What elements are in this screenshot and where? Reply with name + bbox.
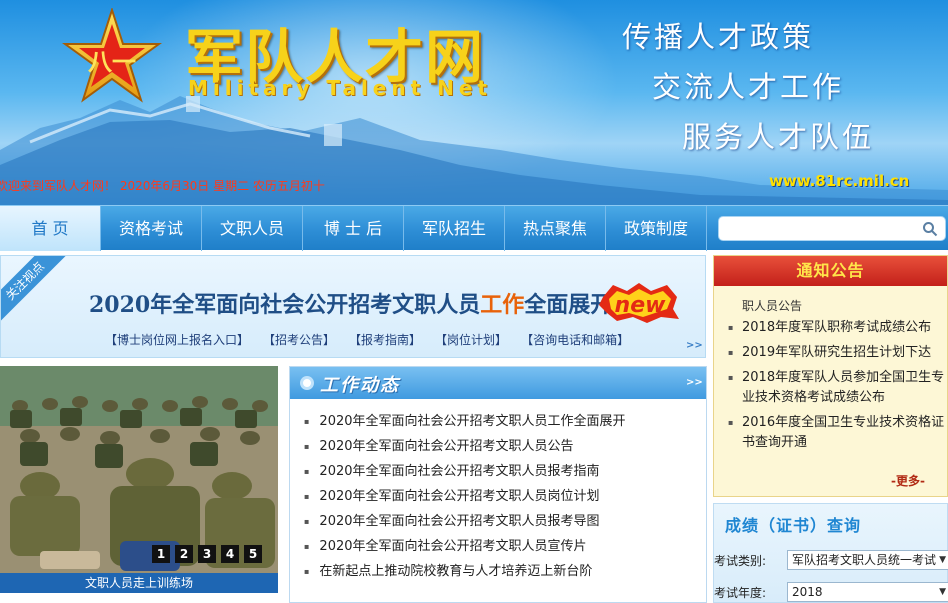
featured-headline-box: 关注视点 2020年全军面向社会公开招考文职人员工作全面展开 new 【博士岗位… — [0, 255, 706, 358]
army-star-logo: 八一 — [62, 8, 162, 103]
pager-5[interactable]: 5 — [244, 545, 262, 563]
list-item[interactable]: 2016年度全国卫生专业技术资格证书查询开通 — [728, 413, 946, 453]
slogan-3: 服务人才队伍 — [682, 120, 875, 154]
feature-links: 【博士岗位网上报名入口】 【招考公告】 【报考指南】 【岗位计划】 【咨询电话和… — [105, 331, 629, 348]
new-badge-icon: new — [599, 283, 679, 323]
link-contact[interactable]: 【咨询电话和邮箱】 — [521, 331, 629, 348]
svg-text:八一: 八一 — [88, 48, 136, 76]
list-item[interactable]: 2020年全军面向社会公开招考文职人员宣传片 — [304, 534, 706, 559]
list-item[interactable]: 2020年全军面向社会公开招考文职人员岗位计划 — [304, 484, 706, 509]
list-item[interactable]: 2020年全军面向社会公开招考文职人员报考指南 — [304, 459, 706, 484]
site-url: www.81rc.mil.cn — [769, 172, 910, 190]
header-banner: 八一 军队人才网 Military Talent Net 传播人才政策 交流人才… — [0, 0, 948, 205]
notice-title: 通知公告 — [796, 261, 865, 280]
list-item[interactable]: 2020年全军面向社会公开招考文职人员工作全面展开 — [304, 409, 706, 434]
work-news-header: 工作动态 >> — [290, 367, 706, 399]
headline-part-1: 2020年全军面向社会公开招考文职人员 — [89, 292, 481, 318]
list-item[interactable]: 2018年度军队人员参加全国卫生专业技术资格考试成绩公布 — [728, 368, 946, 408]
list-item[interactable]: 2019年军队研究生招生计划下达 — [728, 343, 946, 363]
exam-year-value: 2018 — [792, 585, 823, 599]
score-query-title: 成绩（证书）查询 — [725, 516, 862, 535]
header-bullet-icon — [300, 376, 314, 390]
exam-type-select[interactable]: 军队招考文职人员统一考试 ▼ — [787, 550, 948, 570]
featured-headline[interactable]: 2020年全军面向社会公开招考文职人员工作全面展开 — [89, 287, 612, 319]
work-news-title: 工作动态 — [320, 375, 400, 396]
link-apply-guide[interactable]: 【报考指南】 — [349, 331, 421, 348]
exam-year-select[interactable]: 2018 ▼ — [787, 582, 948, 602]
notice-list: 2018年度军队职称考试成绩公布 2019年军队研究生招生计划下达 2018年度… — [728, 318, 946, 458]
link-postdoc-signup[interactable]: 【博士岗位网上报名入口】 — [105, 331, 249, 348]
dropdown-arrow-icon: ▼ — [939, 555, 946, 565]
list-item[interactable]: 2020年全军面向社会公开招考文职人员报考导图 — [304, 509, 706, 534]
site-subtitle: Military Talent Net — [188, 76, 492, 100]
work-news-panel: 工作动态 >> 2020年全军面向社会公开招考文职人员工作全面展开 2020年全… — [289, 366, 707, 603]
nav-qualification-exam[interactable]: 资格考试 — [101, 206, 202, 251]
nav-postdoc[interactable]: 博 士 后 — [303, 206, 404, 251]
pager-2[interactable]: 2 — [175, 545, 193, 563]
score-query-panel: 成绩（证书）查询 考试类别: 军队招考文职人员统一考试 ▼ 考试年度: 2018… — [713, 503, 948, 603]
slogan-2: 交流人才工作 — [652, 70, 845, 104]
nav-military-enrollment[interactable]: 军队招生 — [404, 206, 505, 251]
work-news-list: 2020年全军面向社会公开招考文职人员工作全面展开 2020年全军面向社会公开招… — [290, 399, 706, 584]
photo-caption[interactable]: 文职人员走上训练场 — [0, 573, 278, 593]
list-item[interactable]: 在新起点上推动院校教育与人才培养迈上新台阶 — [304, 559, 706, 584]
nav-civilian-staff[interactable]: 文职人员 — [202, 206, 303, 251]
exam-year-label: 考试年度: — [714, 586, 767, 600]
dropdown-arrow-icon: ▼ — [939, 587, 946, 597]
link-recruit-notice[interactable]: 【招考公告】 — [263, 331, 335, 348]
slogan-1: 传播人才政策 — [622, 20, 815, 54]
search-input[interactable] — [718, 216, 946, 241]
work-news-more-link[interactable]: >> — [686, 377, 703, 388]
link-position-plan[interactable]: 【岗位计划】 — [435, 331, 507, 348]
list-item[interactable]: 2020年全军面向社会公开招考文职人员公告 — [304, 434, 706, 459]
exam-type-label: 考试类别: — [714, 554, 767, 568]
focus-ribbon: 关注视点 — [1, 256, 69, 325]
feature-more-link[interactable]: >> — [686, 340, 703, 351]
nav-home[interactable]: 首 页 — [0, 206, 101, 251]
photo-pager: 1 2 3 4 5 — [152, 545, 262, 563]
notice-more-link[interactable]: -更多- — [891, 472, 925, 489]
pager-3[interactable]: 3 — [198, 545, 216, 563]
exam-type-value: 军队招考文职人员统一考试 — [792, 553, 937, 567]
pager-1[interactable]: 1 — [152, 545, 170, 563]
main-nav: 首 页 资格考试 文职人员 博 士 后 军队招生 热点聚焦 政策制度 — [0, 205, 948, 251]
headline-highlight: 工作 — [480, 292, 525, 318]
notice-header: 通知公告 — [714, 256, 947, 286]
nav-policy[interactable]: 政策制度 — [606, 206, 707, 251]
search-icon[interactable] — [922, 221, 938, 237]
list-item[interactable]: 2018年度军队职称考试成绩公布 — [728, 318, 946, 338]
notice-subtitle[interactable]: 职人员公告 — [742, 297, 802, 314]
new-badge-text: new — [615, 293, 667, 318]
welcome-date-text: 欢迎来到军队人才网！ 2020年6月30日 星期二 农历五月初十 — [0, 179, 325, 193]
nav-hot-topics[interactable]: 热点聚焦 — [505, 206, 606, 251]
notice-panel: 通知公告 职人员公告 2018年度军队职称考试成绩公布 2019年军队研究生招生… — [713, 255, 948, 497]
pager-4[interactable]: 4 — [221, 545, 239, 563]
